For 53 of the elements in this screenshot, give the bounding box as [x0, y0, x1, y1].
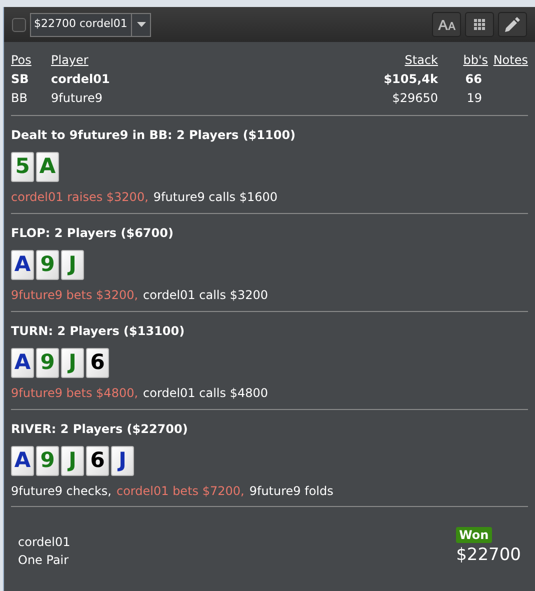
- hand-dropdown[interactable]: $22700 cordel01: [30, 12, 151, 36]
- action-text: cordel01 raises $3200,: [11, 189, 148, 206]
- pencil-icon: [505, 17, 520, 32]
- playing-card: 9: [36, 250, 59, 280]
- position-cell-text: SB: [11, 71, 30, 88]
- playing-card: J: [61, 250, 84, 280]
- column-header[interactable]: Stack: [358, 51, 438, 70]
- column-header[interactable]: Player: [51, 51, 358, 70]
- column-header[interactable]: Pos: [11, 51, 51, 70]
- player-cell-text: cordel01: [51, 71, 111, 88]
- caret-icon: [136, 22, 146, 27]
- grid-icon: [474, 19, 485, 30]
- font-size-icon: [438, 20, 456, 30]
- street-title: Dealt to 9future9 in BB: 2 Players ($1100): [11, 127, 297, 144]
- playing-card: A: [36, 152, 59, 182]
- stack-cell-text: $29650: [391, 90, 438, 107]
- column-header[interactable]: bb's: [438, 51, 488, 70]
- street-title: FLOP: 2 Players ($6700): [11, 225, 174, 242]
- bb-cell-text: 19: [466, 90, 483, 107]
- playing-card: 9: [36, 348, 59, 378]
- action-text: 9future9 bets $3200,: [11, 287, 138, 304]
- action-text: cordel01 calls $4800: [143, 385, 268, 402]
- playing-card: J: [61, 446, 84, 476]
- playing-card: J: [61, 348, 84, 378]
- winning-hand: One Pair: [18, 552, 70, 569]
- playing-card: 9: [36, 446, 59, 476]
- playing-card: A: [11, 446, 34, 476]
- stack-cell-text: $105,4k: [382, 71, 438, 88]
- action-text: 9future9 folds: [249, 483, 334, 500]
- select-checkbox[interactable]: [12, 18, 26, 32]
- font-size-button[interactable]: [432, 12, 461, 37]
- player-cell-text: 9future9: [51, 90, 104, 107]
- position-cell-text: BB: [11, 90, 28, 107]
- won-amount: $22700: [456, 544, 521, 567]
- street-title: TURN: 2 Players ($13100): [11, 323, 186, 340]
- playing-card: A: [11, 348, 34, 378]
- action-text: cordel01 calls $3200: [143, 287, 268, 304]
- playing-card: 6: [86, 446, 109, 476]
- playing-card: J: [111, 446, 134, 476]
- column-header[interactable]: Notes: [488, 51, 528, 70]
- street-title: RIVER: 2 Players ($22700): [11, 421, 189, 438]
- action-text: 9future9 calls $1600: [153, 189, 278, 206]
- playing-card: 6: [86, 348, 109, 378]
- action-text: 9future9 bets $4800,: [11, 385, 138, 402]
- playing-card: A: [11, 250, 34, 280]
- bb-cell-text: 66: [464, 71, 483, 88]
- action-text: 9future9 checks,: [11, 483, 112, 500]
- grid-button[interactable]: [465, 12, 494, 37]
- edit-button[interactable]: [498, 12, 527, 37]
- won-badge: Won: [456, 527, 492, 543]
- winner-name: cordel01: [18, 534, 70, 551]
- action-text: cordel01 bets $7200,: [116, 483, 244, 500]
- playing-card: 5: [11, 152, 34, 182]
